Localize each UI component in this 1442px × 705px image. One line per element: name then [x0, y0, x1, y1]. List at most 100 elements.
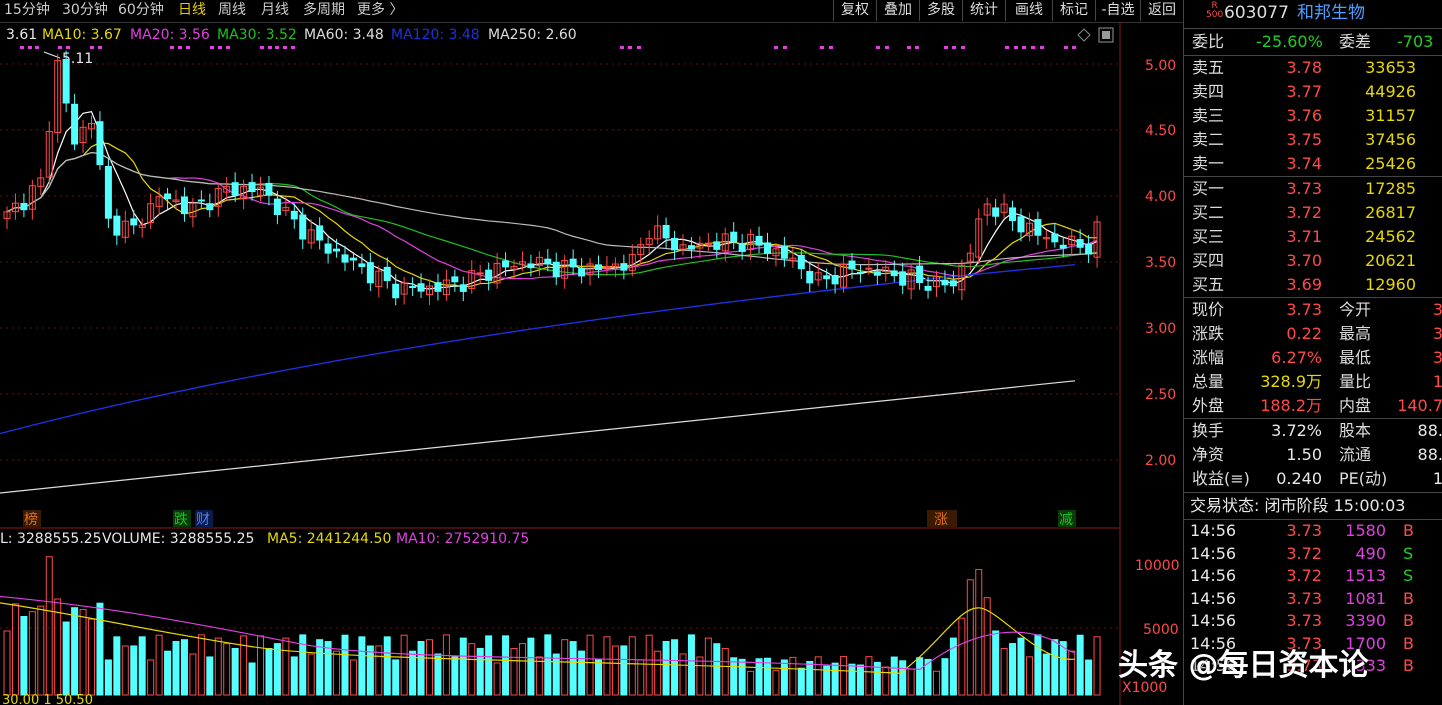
tick-volume: 3390 — [1345, 611, 1386, 630]
candle-body[interactable] — [197, 199, 205, 202]
candle-body[interactable] — [578, 267, 586, 277]
candle-body[interactable] — [924, 285, 932, 291]
candle-body[interactable] — [409, 286, 417, 289]
candle-body[interactable] — [434, 282, 442, 292]
svg-text:财: 财 — [196, 512, 210, 528]
bid-price[interactable]: 3.69 — [1256, 274, 1322, 296]
price-tick: 2.00 — [1145, 453, 1176, 469]
kline-chart[interactable]: 3.61 MA10: 3.67 MA20: 3.56 MA30: 3.52 MA… — [0, 0, 1183, 705]
ask-price[interactable]: 3.78 — [1256, 57, 1322, 79]
candle-body[interactable] — [620, 263, 628, 271]
candle-body[interactable] — [180, 196, 188, 215]
volume-bar — [197, 634, 205, 696]
stock-name[interactable]: 和邦生物 — [1297, 2, 1365, 24]
event-tag-jian[interactable]: 减 — [1058, 510, 1076, 528]
candle-body[interactable] — [130, 218, 138, 226]
candle-body[interactable] — [392, 283, 400, 299]
bid-volume: 17285 — [1365, 179, 1416, 198]
candle-body[interactable] — [662, 224, 670, 239]
candle-body[interactable] — [1034, 219, 1042, 236]
candle-body[interactable] — [459, 284, 467, 292]
candle-body[interactable] — [349, 257, 357, 261]
event-tag-cai[interactable]: 财 — [195, 510, 213, 528]
candle-body[interactable] — [485, 269, 493, 281]
candle-body[interactable] — [62, 58, 70, 104]
volume-legend: VOLUME: 3288555.25 — [102, 531, 254, 547]
candle-body[interactable] — [1059, 244, 1067, 249]
candle-body[interactable] — [1076, 239, 1084, 248]
candle-body[interactable] — [333, 248, 341, 252]
ask-price[interactable]: 3.74 — [1256, 153, 1322, 175]
candle-body[interactable] — [451, 276, 459, 283]
candle-body[interactable] — [806, 271, 814, 284]
candle-body[interactable] — [544, 258, 552, 265]
candle-body[interactable] — [865, 267, 873, 270]
candle-body[interactable] — [1085, 243, 1093, 255]
tick-volume: 490 — [1355, 543, 1386, 563]
candle-body[interactable] — [764, 242, 771, 254]
event-tag-zhang[interactable]: 涨 — [927, 510, 957, 528]
diamond-icon[interactable] — [1077, 28, 1091, 42]
candle-body[interactable] — [164, 193, 172, 200]
candle-body[interactable] — [502, 260, 510, 268]
candle-body[interactable] — [780, 245, 788, 259]
candle-body[interactable] — [299, 214, 307, 240]
candle-body[interactable] — [206, 203, 214, 211]
candle-body[interactable] — [890, 270, 898, 277]
candle-body[interactable] — [848, 260, 856, 270]
ask-price[interactable]: 3.76 — [1256, 105, 1322, 127]
candle-body[interactable] — [341, 254, 349, 263]
candle-body[interactable] — [823, 275, 831, 280]
candle-body[interactable] — [949, 280, 957, 287]
candle-body[interactable] — [831, 274, 839, 285]
candle-body[interactable] — [366, 262, 374, 284]
ask-price[interactable]: 3.75 — [1256, 129, 1322, 151]
candle-body[interactable] — [687, 245, 695, 250]
candle-body[interactable] — [730, 231, 738, 243]
candle-body[interactable] — [417, 283, 425, 292]
candle-body[interactable] — [290, 210, 298, 220]
candle-body[interactable] — [941, 279, 949, 286]
candle-body[interactable] — [569, 258, 577, 268]
volume-bar — [966, 579, 974, 696]
candle-body[interactable] — [713, 241, 721, 250]
candle-body[interactable] — [20, 202, 28, 211]
candle-body[interactable] — [113, 215, 121, 236]
candle-body[interactable] — [104, 165, 112, 219]
candle-body[interactable] — [273, 198, 281, 215]
bid-price[interactable]: 3.72 — [1256, 202, 1322, 224]
event-tag-bang[interactable]: 榜 — [23, 510, 41, 528]
candle-body[interactable] — [1017, 216, 1025, 233]
candle-body[interactable] — [797, 254, 805, 270]
candle-body[interactable] — [856, 271, 864, 274]
bid-price[interactable]: 3.71 — [1256, 226, 1322, 248]
candle-body[interactable] — [383, 266, 391, 282]
volume-bar — [316, 639, 324, 696]
candle-body[interactable] — [992, 207, 1000, 217]
candle-body[interactable] — [671, 237, 679, 251]
bid-price[interactable]: 3.73 — [1256, 178, 1322, 200]
candle-body[interactable] — [899, 271, 907, 286]
candle-body[interactable] — [738, 243, 746, 252]
ask-price[interactable]: 3.77 — [1256, 81, 1322, 103]
candle-body[interactable] — [916, 265, 924, 283]
candle-body[interactable] — [552, 261, 560, 278]
bid-price[interactable]: 3.70 — [1256, 250, 1322, 272]
candle-body[interactable] — [1009, 207, 1017, 222]
volume-bar — [907, 668, 915, 696]
candle-body[interactable] — [755, 235, 763, 246]
candle-body[interactable] — [248, 182, 256, 193]
candle-body[interactable] — [358, 263, 366, 268]
candle-body[interactable] — [1051, 233, 1059, 243]
candle-body[interactable] — [316, 225, 324, 241]
candle-body[interactable] — [324, 243, 332, 254]
candle-body[interactable] — [96, 121, 104, 166]
candle-body[interactable] — [873, 271, 881, 276]
candle-body[interactable] — [231, 182, 239, 196]
candle-body[interactable] — [595, 264, 602, 271]
candle-body[interactable] — [71, 103, 79, 145]
candle-body[interactable] — [476, 272, 484, 275]
candle-body[interactable] — [265, 182, 273, 196]
candle-body[interactable] — [527, 263, 535, 269]
event-tag-die[interactable]: 跌 — [173, 510, 191, 528]
